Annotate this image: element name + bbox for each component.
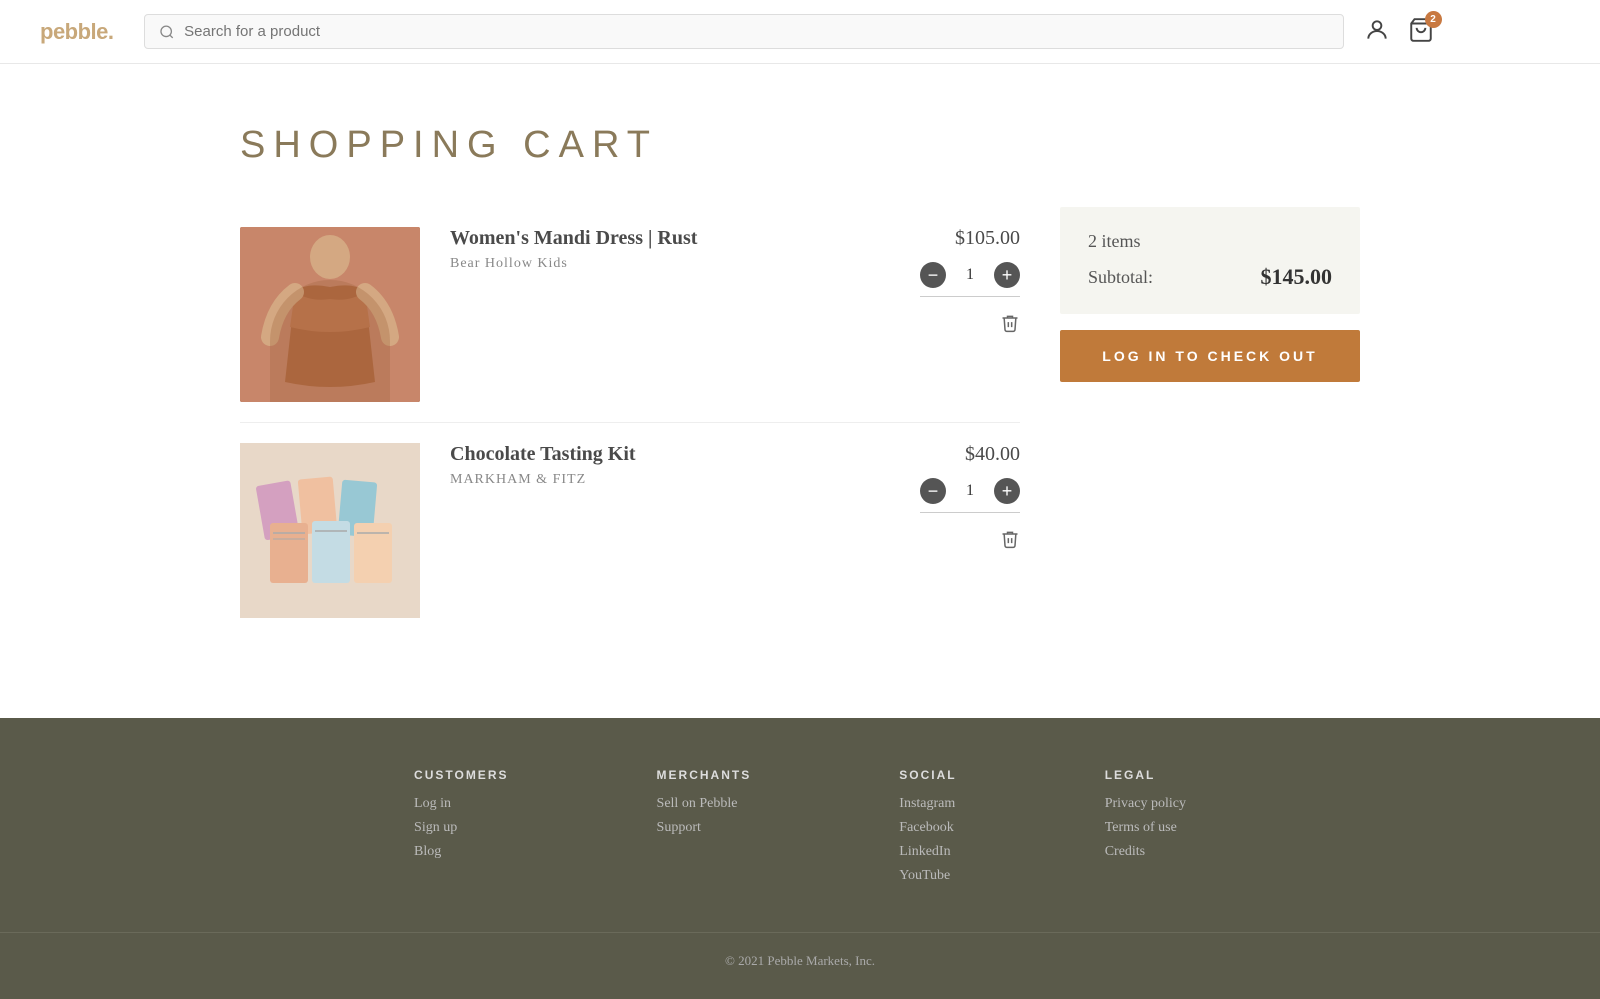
footer: CUSTOMERS Log in Sign up Blog MERCHANTS … <box>0 718 1600 999</box>
footer-link-linkedin[interactable]: LinkedIn <box>899 844 956 860</box>
qty-value-dress: 1 <box>960 266 980 284</box>
footer-columns: CUSTOMERS Log in Sign up Blog MERCHANTS … <box>300 768 1300 892</box>
qty-control-choc: − 1 + <box>920 478 1020 513</box>
choc-illustration <box>240 443 420 618</box>
cart-layout: Women's Mandi Dress | Rust Bear Hollow K… <box>240 207 1360 638</box>
footer-col-social: SOCIAL Instagram Facebook LinkedIn YouTu… <box>899 768 956 892</box>
header-icons: 2 <box>1364 17 1434 46</box>
search-input[interactable] <box>184 23 1328 40</box>
item-name-dress: Women's Mandi Dress | Rust <box>450 227 900 250</box>
main-content: SHOPPING CART <box>200 64 1400 718</box>
item-info-choc: Chocolate Tasting Kit MARKHAM & FITZ <box>450 443 900 488</box>
cart-item: Women's Mandi Dress | Rust Bear Hollow K… <box>240 207 1020 423</box>
qty-increase-dress[interactable]: + <box>994 262 1020 288</box>
footer-heading-merchants: MERCHANTS <box>657 768 752 782</box>
item-price-qty-dress: $105.00 − 1 + <box>900 227 1020 338</box>
cart-items-list: Women's Mandi Dress | Rust Bear Hollow K… <box>240 207 1020 638</box>
header: pebble. 2 <box>0 0 1600 64</box>
qty-control-dress: − 1 + <box>920 262 1020 297</box>
footer-heading-customers: CUSTOMERS <box>414 768 508 782</box>
product-image-dress <box>240 227 420 402</box>
item-name-choc: Chocolate Tasting Kit <box>450 443 900 466</box>
order-summary: 2 items Subtotal: $145.00 <box>1060 207 1360 314</box>
footer-link-facebook[interactable]: Facebook <box>899 820 956 836</box>
item-price-qty-choc: $40.00 − 1 + <box>900 443 1020 554</box>
item-price-dress: $105.00 <box>955 227 1020 250</box>
search-bar[interactable] <box>144 14 1344 49</box>
logo[interactable]: pebble. <box>40 19 114 45</box>
item-brand-dress: Bear Hollow Kids <box>450 256 900 272</box>
footer-link-credits[interactable]: Credits <box>1105 844 1186 860</box>
search-icon <box>159 24 175 40</box>
qty-decrease-dress[interactable]: − <box>920 262 946 288</box>
footer-heading-social: SOCIAL <box>899 768 956 782</box>
footer-link-youtube[interactable]: YouTube <box>899 868 956 884</box>
user-icon <box>1364 17 1390 43</box>
footer-link-privacy[interactable]: Privacy policy <box>1105 796 1186 812</box>
qty-decrease-choc[interactable]: − <box>920 478 946 504</box>
qty-value-choc: 1 <box>960 482 980 500</box>
footer-bottom: © 2021 Pebble Markets, Inc. <box>0 932 1600 969</box>
cart-sidebar: 2 items Subtotal: $145.00 LOG IN TO CHEC… <box>1060 207 1360 638</box>
user-icon-button[interactable] <box>1364 17 1390 46</box>
summary-subtotal-label: Subtotal: <box>1088 267 1153 288</box>
qty-increase-choc[interactable]: + <box>994 478 1020 504</box>
item-brand-choc: MARKHAM & FITZ <box>450 472 900 488</box>
cart-badge: 2 <box>1425 11 1442 28</box>
copyright-text: © 2021 Pebble Markets, Inc. <box>725 953 875 968</box>
logo-text: pebble. <box>40 19 114 44</box>
footer-col-merchants: MERCHANTS Sell on Pebble Support <box>657 768 752 892</box>
footer-link-blog[interactable]: Blog <box>414 844 508 860</box>
footer-heading-legal: LEGAL <box>1105 768 1186 782</box>
delete-dress[interactable] <box>1000 313 1020 338</box>
delete-choc[interactable] <box>1000 529 1020 554</box>
item-info-dress: Women's Mandi Dress | Rust Bear Hollow K… <box>450 227 900 272</box>
footer-link-sell[interactable]: Sell on Pebble <box>657 796 752 812</box>
footer-link-signup[interactable]: Sign up <box>414 820 508 836</box>
cart-icon-button[interactable]: 2 <box>1408 17 1434 46</box>
dress-illustration <box>240 227 420 402</box>
footer-link-login[interactable]: Log in <box>414 796 508 812</box>
page-title: SHOPPING CART <box>240 124 1360 167</box>
footer-col-customers: CUSTOMERS Log in Sign up Blog <box>414 768 508 892</box>
trash-icon-choc <box>1000 529 1020 549</box>
footer-link-support[interactable]: Support <box>657 820 752 836</box>
footer-col-legal: LEGAL Privacy policy Terms of use Credit… <box>1105 768 1186 892</box>
summary-subtotal-row: Subtotal: $145.00 <box>1088 264 1332 290</box>
summary-item-count: 2 items <box>1088 231 1332 252</box>
trash-icon <box>1000 313 1020 333</box>
summary-subtotal-amount: $145.00 <box>1261 264 1333 290</box>
footer-link-instagram[interactable]: Instagram <box>899 796 956 812</box>
product-image-choc <box>240 443 420 618</box>
item-price-choc: $40.00 <box>965 443 1020 466</box>
cart-item-choc: Chocolate Tasting Kit MARKHAM & FITZ $40… <box>240 423 1020 638</box>
footer-link-terms[interactable]: Terms of use <box>1105 820 1186 836</box>
checkout-button[interactable]: LOG IN TO CHECK OUT <box>1060 330 1360 382</box>
